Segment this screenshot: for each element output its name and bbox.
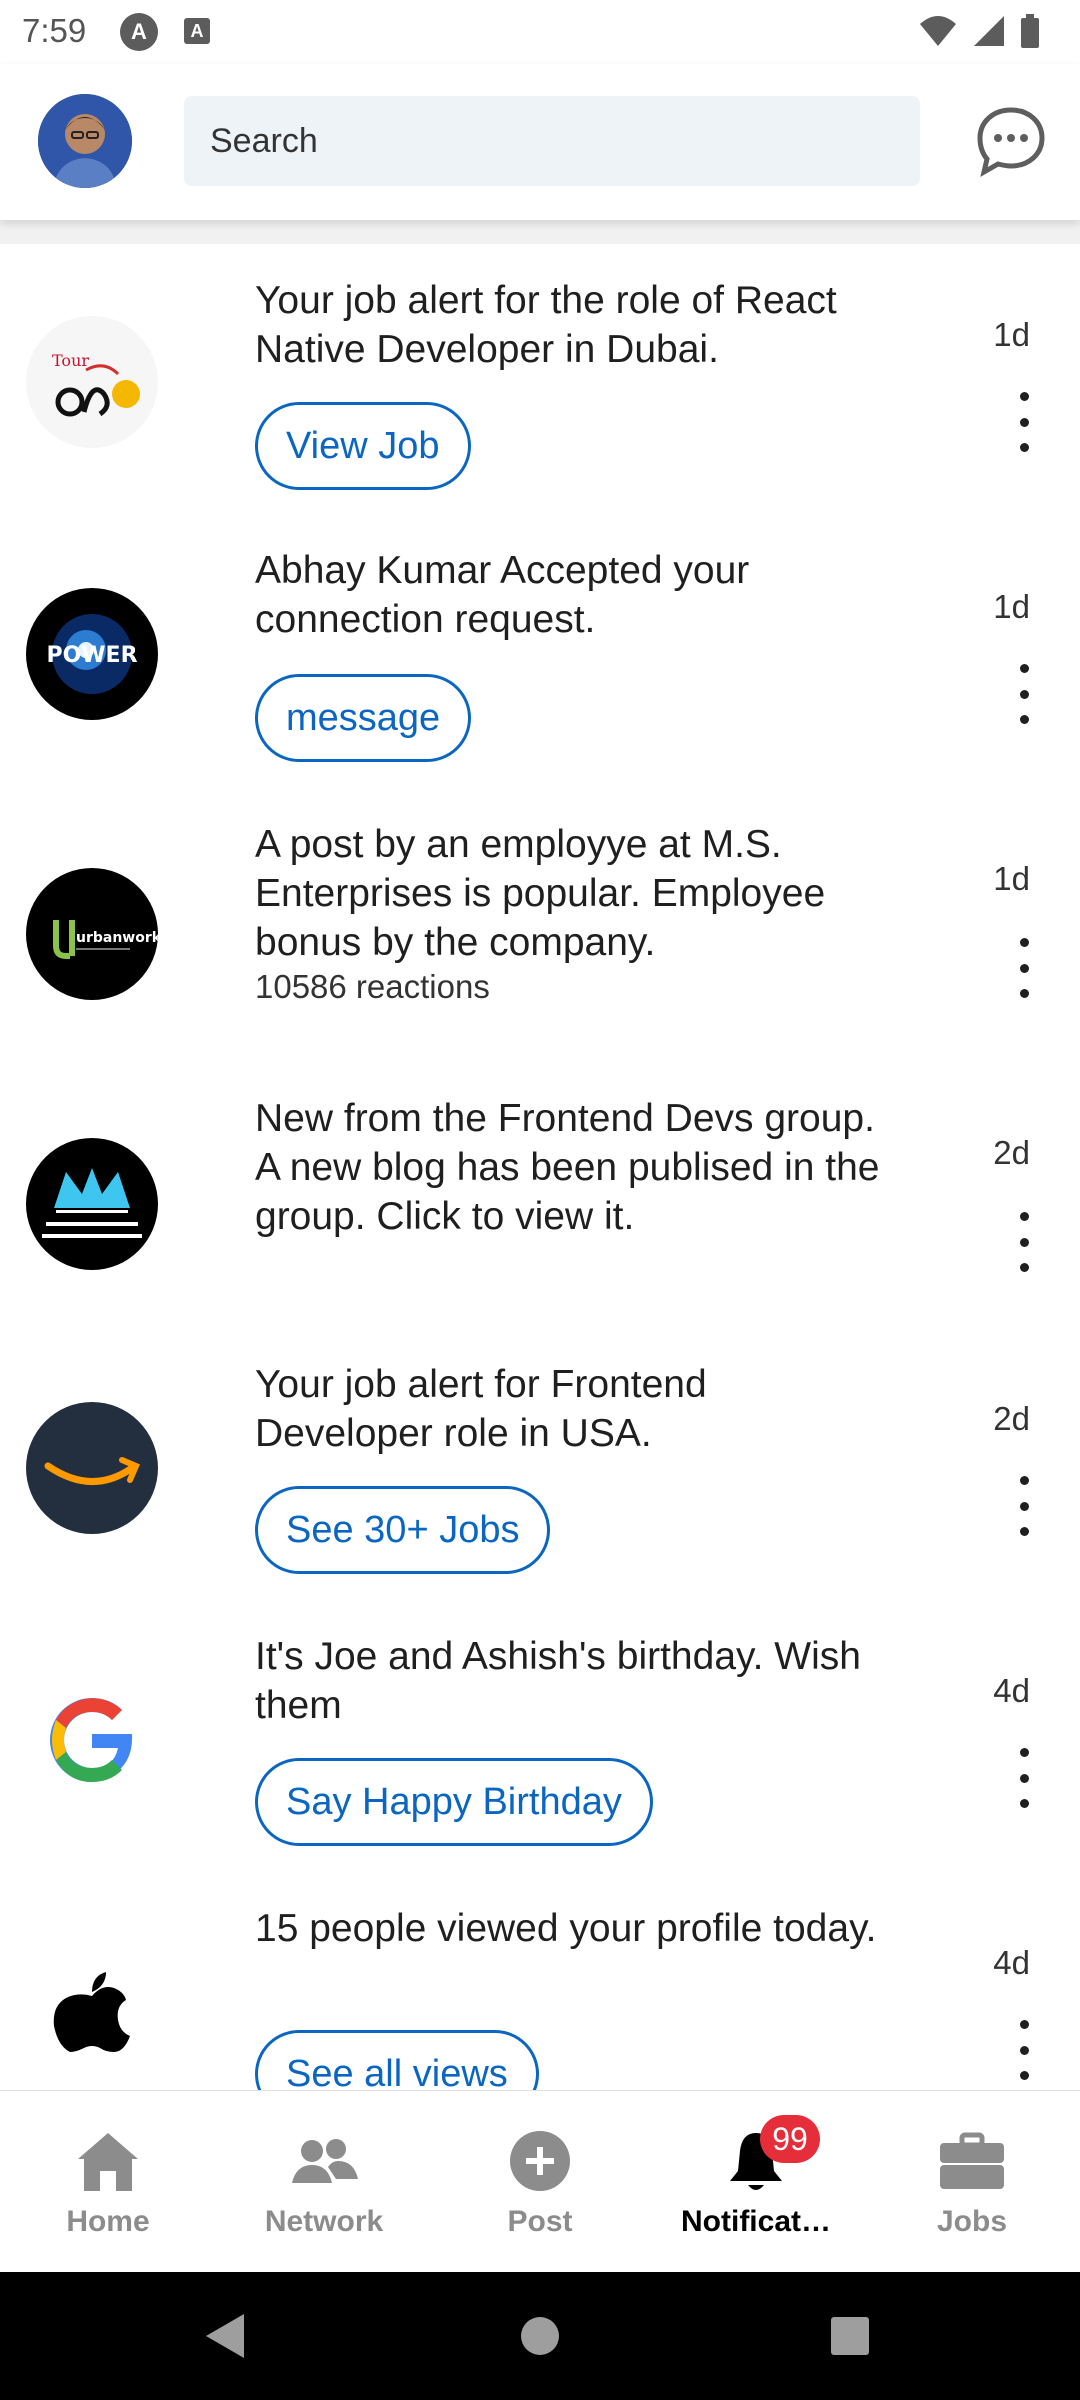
notification-text: Your job alert for the role of React Nat… bbox=[255, 279, 837, 371]
say-happy-birthday-button[interactable]: Say Happy Birthday bbox=[255, 1758, 653, 1846]
briefcase-icon bbox=[936, 2125, 1008, 2197]
see-jobs-button[interactable]: See 30+ Jobs bbox=[255, 1486, 551, 1574]
power-logo: POWER bbox=[26, 588, 158, 720]
nav-notifications[interactable]: 99 Notificat… bbox=[648, 2091, 864, 2273]
notification-text: It's Joe and Ashish's birthday. Wish the… bbox=[255, 1635, 861, 1727]
battery-icon bbox=[1021, 14, 1039, 48]
search-placeholder: Search bbox=[210, 121, 318, 160]
nav-label: Post bbox=[507, 2205, 573, 2238]
nav-network[interactable]: Network bbox=[216, 2091, 432, 2273]
bell-icon: 99 bbox=[720, 2115, 820, 2197]
frontend-devs-logo bbox=[26, 1138, 158, 1270]
wifi-icon bbox=[920, 16, 956, 46]
status-bar: 7:59 A A bbox=[0, 0, 1080, 64]
system-navigation-bar bbox=[0, 2272, 1080, 2400]
messaging-button[interactable] bbox=[974, 104, 1048, 178]
more-options-button[interactable] bbox=[1012, 1748, 1036, 1808]
notification-item[interactable]: Your job alert for Frontend Developer ro… bbox=[0, 1328, 1080, 1600]
see-all-views-button[interactable]: See all views bbox=[255, 2030, 539, 2090]
notification-item[interactable]: urbanworks A post by an employye at M.S.… bbox=[0, 788, 1080, 1064]
apple-logo bbox=[26, 1946, 158, 2078]
notification-item[interactable]: Tour Your job alert for the role of Reac… bbox=[0, 244, 1080, 516]
urbanworks-logo-text: urbanworks bbox=[76, 930, 158, 946]
more-options-button[interactable] bbox=[1012, 938, 1036, 998]
notification-item[interactable]: 15 people viewed your profile today. 4d … bbox=[0, 1872, 1080, 2090]
notification-text: New from the Frontend Devs group. A new … bbox=[255, 1097, 880, 1238]
nav-jobs[interactable]: Jobs bbox=[864, 2091, 1080, 2273]
message-button[interactable]: message bbox=[255, 674, 472, 762]
post-icon bbox=[504, 2125, 576, 2197]
avatar-image bbox=[38, 94, 132, 188]
notification-text: Abhay Kumar Accepted your connection req… bbox=[255, 549, 750, 641]
notification-text: 15 people viewed your profile today. bbox=[255, 1907, 877, 1950]
recents-button[interactable] bbox=[790, 2272, 910, 2400]
power-logo-text: POWER bbox=[46, 643, 137, 668]
home-system-button[interactable] bbox=[480, 2272, 600, 2400]
app-notification-icon: A bbox=[120, 13, 158, 51]
notification-time: 4d bbox=[993, 1672, 1030, 1709]
notification-text: A post by an employye at M.S. Enterprise… bbox=[255, 823, 826, 964]
notification-text: Your job alert for Frontend Developer ro… bbox=[255, 1363, 707, 1455]
more-options-button[interactable] bbox=[1012, 1476, 1036, 1536]
more-options-button[interactable] bbox=[1012, 664, 1036, 724]
svg-text:Tour: Tour bbox=[52, 351, 89, 370]
signal-icon bbox=[974, 16, 1004, 46]
notifications-feed[interactable]: Tour Your job alert for the role of Reac… bbox=[0, 244, 1080, 2090]
urbanworks-logo: urbanworks bbox=[26, 868, 158, 1000]
nav-label: Network bbox=[264, 2205, 384, 2238]
nav-home[interactable]: Home bbox=[0, 2091, 216, 2273]
amazon-logo bbox=[26, 1402, 158, 1534]
bottom-navigation: Home Network Post 99 Notificat… Jobs bbox=[0, 2090, 1080, 2272]
notification-item[interactable]: It's Joe and Ashish's birthday. Wish the… bbox=[0, 1600, 1080, 1872]
search-input[interactable]: Search bbox=[184, 96, 920, 186]
notification-time: 1d bbox=[993, 860, 1030, 897]
notification-time: 1d bbox=[993, 316, 1030, 353]
nav-label: Home bbox=[66, 2205, 150, 2238]
back-triangle-icon bbox=[206, 2314, 244, 2358]
notification-time: 2d bbox=[993, 1134, 1030, 1171]
network-icon bbox=[288, 2125, 360, 2197]
recents-square-icon bbox=[831, 2317, 869, 2355]
notification-time: 4d bbox=[993, 1944, 1030, 1981]
nav-label: Notificat… bbox=[681, 2205, 831, 2238]
more-options-button[interactable] bbox=[1012, 2020, 1036, 2080]
status-time: 7:59 bbox=[22, 12, 87, 49]
more-options-button[interactable] bbox=[1012, 1212, 1036, 1272]
back-button[interactable] bbox=[166, 2272, 286, 2400]
google-logo bbox=[26, 1674, 158, 1806]
notification-time: 2d bbox=[993, 1400, 1030, 1437]
notification-item[interactable]: POWER Abhay Kumar Accepted your connecti… bbox=[0, 516, 1080, 788]
more-options-button[interactable] bbox=[1012, 392, 1036, 452]
app-header: Search bbox=[0, 64, 1080, 220]
nav-post[interactable]: Post bbox=[432, 2091, 648, 2273]
reactions-count: 10586 reactions bbox=[255, 968, 490, 1005]
notification-item[interactable]: New from the Frontend Devs group. A new … bbox=[0, 1064, 1080, 1328]
profile-avatar[interactable] bbox=[38, 94, 132, 188]
tour-logo: Tour bbox=[26, 316, 158, 448]
view-job-button[interactable]: View Job bbox=[255, 402, 471, 490]
home-circle-icon bbox=[521, 2317, 559, 2355]
chat-bubble-icon bbox=[977, 107, 1045, 178]
status-icons bbox=[918, 14, 1040, 48]
nav-label: Jobs bbox=[936, 2205, 1008, 2238]
home-icon bbox=[72, 2125, 144, 2197]
notification-time: 1d bbox=[993, 588, 1030, 625]
keyboard-notification-icon: A bbox=[184, 18, 210, 44]
notification-badge: 99 bbox=[760, 2115, 820, 2163]
header-divider bbox=[0, 220, 1080, 244]
